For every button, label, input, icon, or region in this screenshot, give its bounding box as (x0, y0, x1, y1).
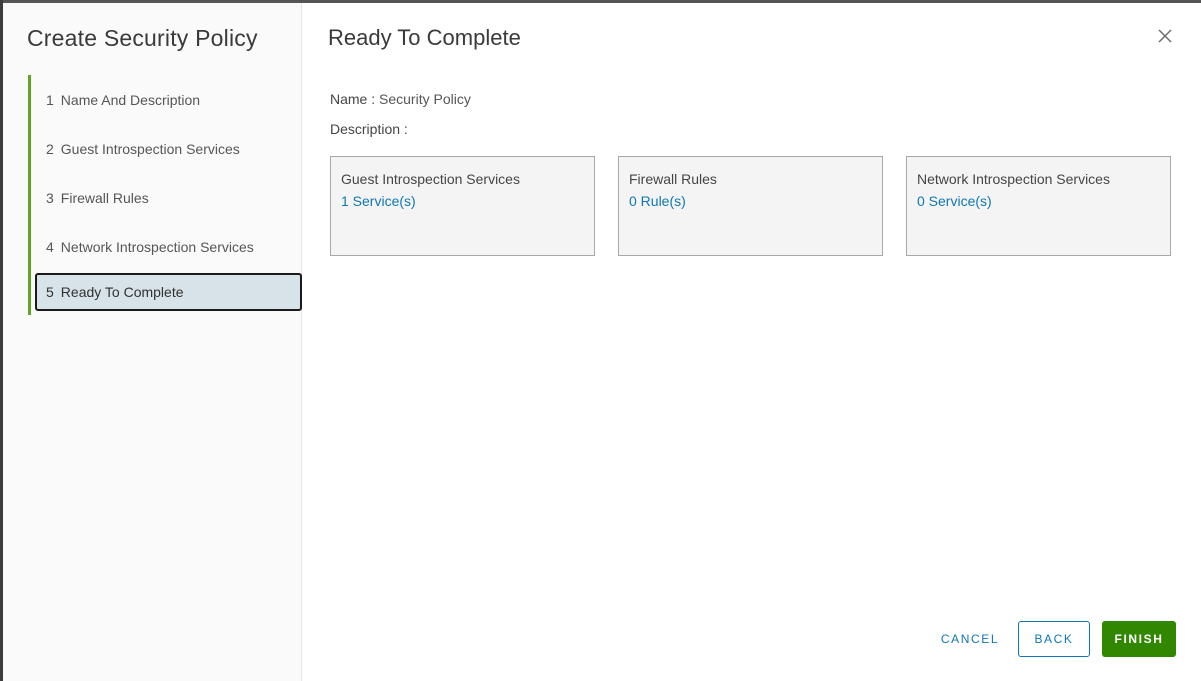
name-field: Name : Security Policy (330, 91, 471, 107)
finish-button[interactable]: FINISH (1102, 621, 1176, 657)
step-label: Guest Introspection Services (60, 140, 240, 157)
summary-cards: Guest Introspection Services 1 Service(s… (330, 156, 1171, 256)
card-title: Network Introspection Services (917, 171, 1110, 187)
card-title: Firewall Rules (629, 171, 717, 187)
wizard-sidebar: Create Security Policy 1 Name And Descri… (3, 3, 302, 681)
step-guest-introspection-services[interactable]: 2 Guest Introspection Services (31, 124, 304, 173)
guest-introspection-card: Guest Introspection Services 1 Service(s… (330, 156, 595, 256)
step-number: 1 (46, 91, 54, 108)
step-network-introspection-services[interactable]: 4 Network Introspection Services (31, 222, 304, 271)
step-firewall-rules[interactable]: 3 Firewall Rules (31, 173, 304, 222)
step-name-and-description[interactable]: 1 Name And Description (31, 75, 304, 124)
name-value: Security Policy (379, 91, 471, 107)
firewall-rules-link[interactable]: 0 Rule(s) (629, 193, 872, 209)
guest-services-link[interactable]: 1 Service(s) (341, 193, 584, 209)
create-security-policy-wizard: Create Security Policy 1 Name And Descri… (3, 3, 1201, 681)
network-services-link[interactable]: 0 Service(s) (917, 193, 1160, 209)
description-label: Description : (330, 121, 408, 137)
cancel-button[interactable]: CANCEL (930, 621, 1010, 657)
page-title: Ready To Complete (328, 25, 521, 50)
step-number: 4 (46, 238, 54, 255)
wizard-footer: CANCEL BACK FINISH (302, 621, 1201, 657)
wizard-title: Create Security Policy (27, 25, 258, 51)
step-label: Firewall Rules (60, 189, 149, 206)
description-field: Description : (330, 121, 408, 137)
wizard-content: Ready To Complete Name : Security Policy… (302, 3, 1201, 681)
step-ready-to-complete[interactable]: 5 Ready To Complete (35, 273, 302, 311)
step-label: Network Introspection Services (60, 238, 254, 255)
step-label: Ready To Complete (60, 284, 184, 300)
step-label: Name And Description (60, 91, 201, 108)
card-title: Guest Introspection Services (341, 171, 520, 187)
network-introspection-card: Network Introspection Services 0 Service… (906, 156, 1171, 256)
close-button[interactable] (1156, 27, 1174, 45)
back-button[interactable]: BACK (1018, 621, 1090, 657)
name-label: Name : (330, 91, 376, 107)
step-number: 2 (46, 140, 54, 157)
step-number: 5 (46, 284, 54, 300)
firewall-rules-card: Firewall Rules 0 Rule(s) (618, 156, 883, 256)
close-icon (1158, 29, 1172, 43)
wizard-steps: 1 Name And Description 2 Guest Introspec… (28, 75, 304, 315)
step-number: 3 (46, 189, 54, 206)
